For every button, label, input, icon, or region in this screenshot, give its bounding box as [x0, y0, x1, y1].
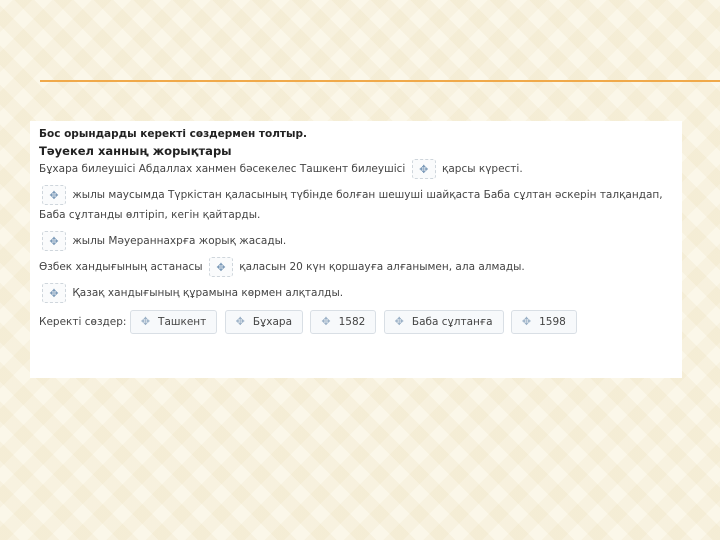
sentence-text: жылы маусымда Түркістан қаласының түбінд…: [39, 189, 663, 221]
move-arrows-icon: ✥: [49, 189, 59, 202]
move-arrows-icon: ✥: [521, 315, 532, 328]
drop-zone-3[interactable]: ✥: [42, 231, 66, 251]
drop-zone-4[interactable]: ✥: [208, 257, 233, 277]
sentence-1: Бұхара билеушісі Абдаллах ханмен бәсекел…: [39, 159, 673, 179]
sentence-text: Бұхара билеушісі Абдаллах ханмен бәсекел…: [39, 163, 406, 175]
instruction-text: Бос орындарды керекті сөздермен толтыр.: [39, 128, 307, 140]
sentence-text: қарсы күресті.: [442, 163, 523, 175]
sentence-text: жылы Мәуераннахрға жорық жасады.: [72, 235, 287, 247]
word-chip-tashkent[interactable]: ✥ Ташкент: [129, 310, 218, 334]
sentence-3: ✥ жылы Мәуераннахрға жорық жасады.: [39, 231, 673, 251]
word-chip-bukhara[interactable]: ✥ Бұхара: [224, 310, 304, 334]
move-arrows-icon: ✥: [49, 235, 59, 248]
drop-zone-1[interactable]: ✥: [411, 159, 436, 179]
move-arrows-icon: ✥: [216, 261, 226, 274]
move-arrows-icon: ✥: [394, 315, 404, 328]
sentence-5: ✥ Қазақ хандығының құрамына көрмен алқта…: [39, 283, 673, 303]
exercise-panel: Бос орындарды керекті сөздермен толтыр. …: [30, 121, 682, 378]
move-arrows-icon: ✥: [419, 163, 429, 176]
move-arrows-icon: ✥: [321, 315, 331, 328]
drop-zone-2[interactable]: ✥: [42, 185, 66, 205]
move-arrows-icon: ✥: [140, 315, 151, 328]
sentence-text: қаласын 20 күн қоршауға алғанымен, алa а…: [239, 261, 525, 273]
move-arrows-icon: ✥: [49, 287, 59, 300]
move-arrows-icon: ✥: [235, 315, 245, 328]
word-bank-label: Керекті сөздер:: [39, 316, 127, 328]
word-chip-1582[interactable]: ✥ 1582: [310, 310, 377, 334]
drop-zone-5[interactable]: ✥: [42, 283, 66, 303]
title-divider: [40, 80, 720, 82]
sentence-2: ✥ жылы маусымда Түркістан қаласының түбі…: [39, 185, 673, 225]
exercise-title: Тәуекел ханның жорықтары: [39, 144, 232, 158]
sentence-text: Қазақ хандығының құрамына көрмен алқталд…: [72, 287, 344, 299]
sentence-text: Өзбек хандығының астанасы: [39, 261, 203, 273]
word-chip-1598[interactable]: ✥ 1598: [510, 310, 577, 334]
sentence-4: Өзбек хандығының астанасы ✥ қаласын 20 к…: [39, 257, 673, 277]
word-chip-baba-sultan[interactable]: ✥ Баба сұлтанға: [383, 310, 504, 334]
word-bank: Керекті сөздер: ✥ Ташкент ✥ Бұхара ✥ 1582 ✥…: [39, 309, 673, 335]
